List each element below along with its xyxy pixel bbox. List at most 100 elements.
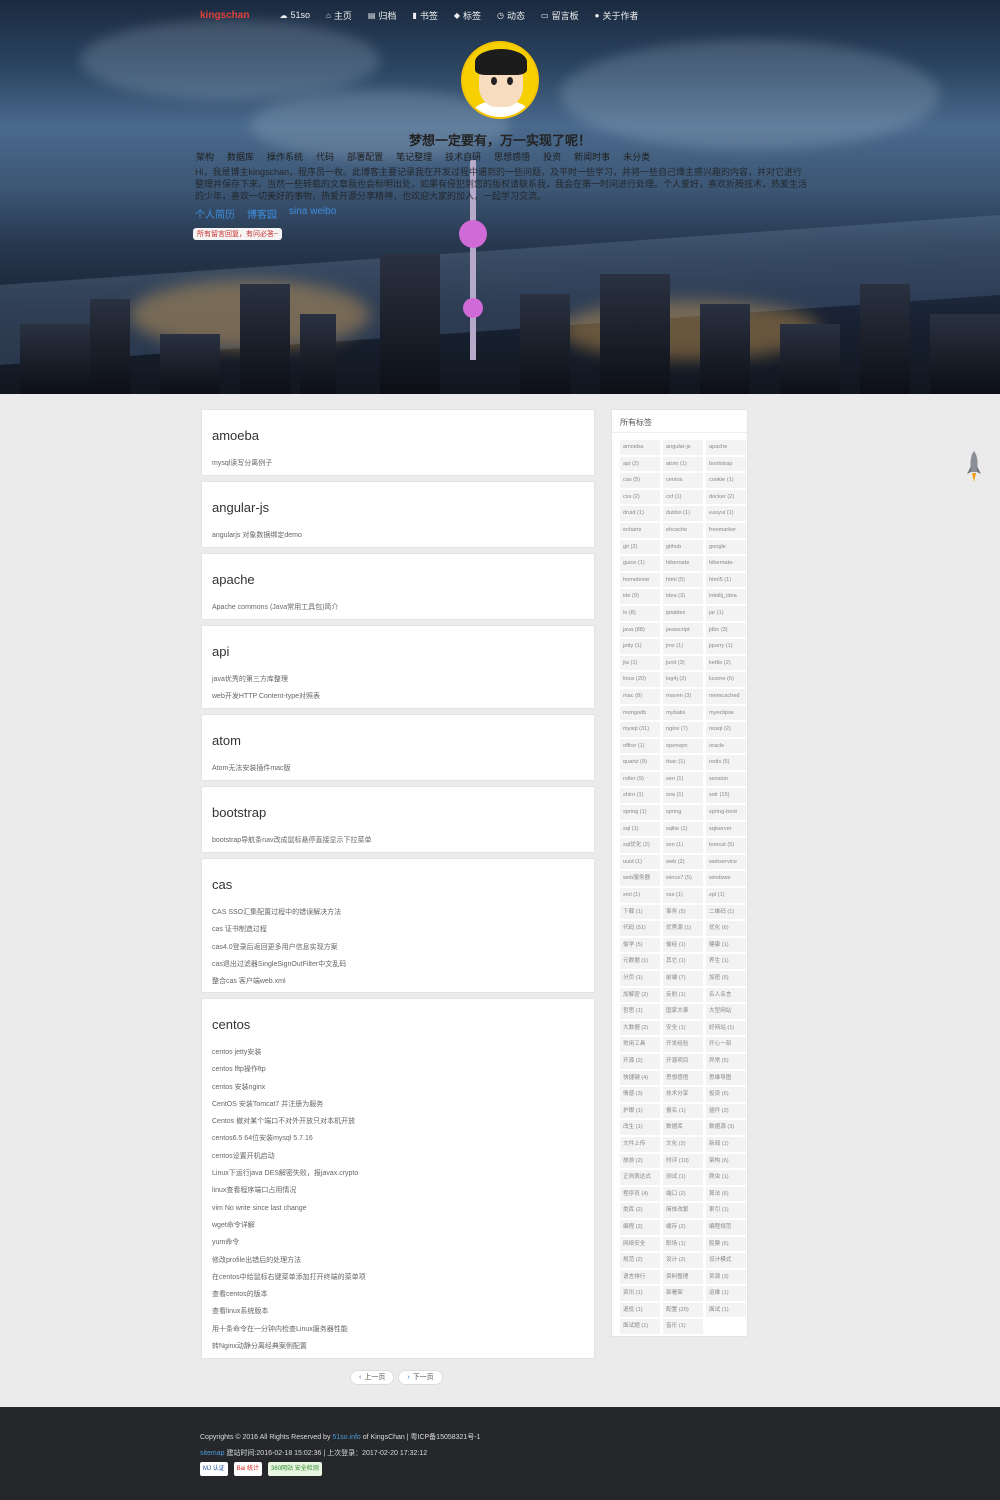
tag-link[interactable]: iptables (663, 605, 703, 621)
tag-link[interactable]: 缓存 (2) (663, 1219, 703, 1235)
tag-link[interactable]: cookie (1) (706, 473, 746, 488)
tag-link[interactable]: 退役 (1) (620, 1302, 660, 1318)
tag-link[interactable]: 编程规范 (706, 1219, 746, 1235)
tag-link[interactable]: 偷经 (1) (663, 937, 703, 953)
brand-logo[interactable]: kingschan (200, 10, 249, 21)
tag-link[interactable]: openvpn (663, 738, 703, 754)
site-link[interactable]: 51so.info (332, 1434, 360, 1441)
card-title[interactable]: api (212, 644, 594, 659)
card-title[interactable]: angular-js (212, 500, 594, 515)
nav-item-home[interactable]: ⌂ 主页 (326, 9, 352, 22)
tag-link[interactable]: 代码 (51) (620, 921, 660, 936)
tag-link[interactable]: 新闻 (1) (706, 1136, 746, 1152)
tag-link[interactable]: sql (1) (620, 821, 660, 837)
sitemap-link[interactable]: sitemap (200, 1450, 225, 1457)
tag-link[interactable]: cxf (1) (663, 489, 703, 505)
tag-link[interactable]: git (2) (620, 539, 660, 555)
post-link[interactable]: centos jetty安装 (212, 1044, 594, 1061)
post-link[interactable]: CentOS 安装Tomcat7 并注册为服务 (212, 1096, 594, 1113)
tag-link[interactable]: seo (1) (663, 771, 703, 787)
resume-link[interactable]: 个人简历 (195, 206, 235, 221)
tag-link[interactable]: mybatis (663, 705, 703, 721)
tag-link[interactable]: quartz (9) (620, 755, 660, 770)
post-link[interactable]: 查看linux系统版本 (212, 1303, 594, 1320)
tag-link[interactable]: ide (9) (620, 589, 660, 604)
tag-link[interactable]: spring-boot (706, 805, 746, 820)
tag-link[interactable]: 资讯 (1) (620, 1286, 660, 1301)
tag-link[interactable]: github (663, 539, 703, 555)
tag-link[interactable]: 快捷键 (4) (620, 1070, 660, 1086)
tag-link[interactable]: 开源项目 (663, 1053, 703, 1069)
post-link[interactable]: bootstrap导航条nav改成鼠标悬停直接显示下拉菜单 (212, 832, 594, 849)
tag-link[interactable]: 投资 (6) (706, 1087, 746, 1102)
tag-link[interactable]: linux (20) (620, 672, 660, 687)
tag-link[interactable]: 开源 (2) (620, 1053, 660, 1069)
tag-link[interactable]: web (2) (663, 854, 703, 870)
tag-link[interactable]: 端口 (2) (663, 1186, 703, 1202)
tag-link[interactable]: 偷学 (5) (620, 937, 660, 953)
tag-link[interactable]: google (706, 539, 746, 555)
tag-link[interactable]: centos (663, 473, 703, 488)
tag-link[interactable]: xss (1) (663, 888, 703, 903)
tag-link[interactable]: 简体改繁 (663, 1203, 703, 1218)
tag-link[interactable]: 思维导图 (706, 1070, 746, 1086)
post-link[interactable]: CAS SSO汇集配置过程中的错误解决方法 (212, 904, 594, 921)
tag-link[interactable]: 数据库 (663, 1120, 703, 1135)
post-link[interactable]: angularjs 对象数据绑定demo (212, 527, 594, 544)
next-page-button[interactable]: › 下一页 (398, 1370, 443, 1385)
tag-link[interactable]: 数据源 (3) (706, 1120, 746, 1135)
tag-link[interactable]: 设计 (2) (663, 1253, 703, 1268)
tag-link[interactable]: java (88) (620, 622, 660, 638)
nav-item-activity[interactable]: ◷ 动态 (497, 9, 525, 22)
tag-link[interactable]: 面试 (1) (706, 1302, 746, 1318)
tag-link[interactable]: 安全 (1) (663, 1020, 703, 1036)
post-link[interactable]: cas退出过滤器SingleSignOutFilter中文乱码 (212, 956, 594, 973)
tag-link[interactable]: html5 (1) (706, 572, 746, 588)
tag-link[interactable]: easyui (1) (706, 506, 746, 521)
tag-link[interactable]: 职场 (1) (663, 1236, 703, 1252)
post-link[interactable]: 修改profile出错后的处理方法 (212, 1252, 594, 1269)
tag-link[interactable]: api (2) (620, 456, 660, 472)
tag-link[interactable]: guice (1) (620, 556, 660, 571)
post-link[interactable]: vim No write since last change (212, 1200, 594, 1217)
tag-link[interactable]: docker (2) (706, 489, 746, 505)
tag-link[interactable]: webservice (706, 854, 746, 870)
tag-link[interactable]: 前端 (7) (663, 971, 703, 986)
tag-link[interactable]: spring (663, 805, 703, 820)
tag-link[interactable]: 索引 (1) (706, 1203, 746, 1218)
post-link[interactable]: wget命令详解 (212, 1217, 594, 1234)
post-link[interactable]: 查看centos的版本 (212, 1286, 594, 1303)
tag-link[interactable]: jdbc (3) (706, 622, 746, 638)
tag-link[interactable]: wince7 (5) (663, 871, 703, 887)
tag-link[interactable]: 爬虫 (1) (706, 1170, 746, 1185)
tag-link[interactable]: 时评 (10) (663, 1153, 703, 1169)
tag-link[interactable]: 旅游 (2) (620, 1153, 660, 1169)
tag-link[interactable]: 大型网站 (706, 1004, 746, 1019)
tag-link[interactable]: log4j (2) (663, 672, 703, 687)
tag-link[interactable]: idea (3) (663, 589, 703, 604)
tag-link[interactable]: jta (1) (620, 655, 660, 671)
tag-link[interactable]: 开心一刻 (706, 1037, 746, 1052)
category-link[interactable]: 操作系统 (267, 150, 303, 163)
post-link[interactable]: mysql读写分离例子 (212, 455, 594, 472)
category-link[interactable]: 架构 (196, 150, 214, 163)
tag-link[interactable]: mongodb (620, 705, 660, 721)
tag-link[interactable]: hibernate- (706, 556, 746, 571)
tag-link[interactable]: io (8) (620, 605, 660, 621)
category-link[interactable]: 笔记整理 (396, 150, 432, 163)
tag-link[interactable]: maven (3) (663, 688, 703, 704)
post-link[interactable]: 整合cas 客户端web.xml (212, 973, 594, 990)
category-link[interactable]: 投资 (543, 150, 561, 163)
tag-link[interactable]: 类库 (2) (620, 1203, 660, 1218)
tag-link[interactable]: homebrew (620, 572, 660, 588)
tag-link[interactable]: memcached (706, 688, 746, 704)
tag-link[interactable]: 好网站 (1) (706, 1020, 746, 1036)
tag-link[interactable]: rbac (1) (663, 755, 703, 770)
tag-link[interactable]: apache (706, 440, 746, 455)
tag-link[interactable]: 加解密 (2) (620, 987, 660, 1003)
category-link[interactable]: 技术自研 (445, 150, 481, 163)
tag-link[interactable]: 事务 (5) (663, 904, 703, 920)
tag-link[interactable]: nosql (2) (706, 722, 746, 737)
category-link[interactable]: 未分类 (623, 150, 650, 163)
nav-item-tags[interactable]: ◆ 标签 (454, 9, 481, 22)
